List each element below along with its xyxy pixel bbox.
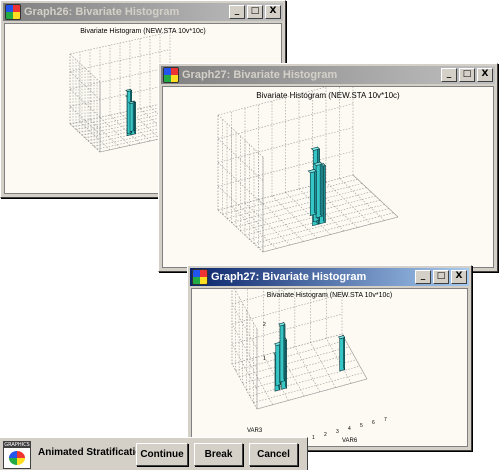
close-button[interactable]: X bbox=[265, 5, 281, 19]
grid-line bbox=[326, 338, 352, 384]
grid-line bbox=[231, 313, 343, 345]
grid-line bbox=[89, 119, 121, 148]
histogram-bar-side bbox=[319, 161, 323, 217]
grid-line bbox=[231, 293, 343, 325]
histogram-bar-side bbox=[314, 168, 317, 215]
minimize-button[interactable]: _ bbox=[229, 5, 245, 19]
grid-line bbox=[242, 352, 353, 384]
graph27-plot-front: 2 1 1 2 3 4 5 6 7 VAR6 VAR3 bbox=[231, 289, 387, 444]
window-title: Graph26: Bivariate Histogram bbox=[24, 6, 180, 18]
graph27-window-back[interactable]: Graph27: Bivariate Histogram _ □ X Bivar… bbox=[158, 63, 498, 272]
stratification-toolbar: GRAPHICS Animated Stratification: Contin… bbox=[0, 437, 308, 470]
graph27-plot-back bbox=[217, 87, 399, 253]
graph27-window-front[interactable]: Graph27: Bivariate Histogram _ □ X Bivar… bbox=[187, 265, 472, 451]
x-axis-title: VAR6 bbox=[342, 438, 358, 444]
z-tick-label: 1 bbox=[263, 356, 266, 362]
grid-line bbox=[239, 346, 350, 378]
maximize-button[interactable]: □ bbox=[459, 68, 475, 82]
grid-line bbox=[310, 342, 336, 388]
close-button[interactable]: X bbox=[477, 68, 493, 82]
y-axis-title: VAR3 bbox=[247, 428, 263, 434]
axis-line bbox=[256, 378, 368, 410]
z-tick-label: 2 bbox=[263, 322, 266, 328]
grid-line bbox=[294, 346, 321, 393]
break-button[interactable]: Break bbox=[194, 443, 243, 466]
histogram-bar-side bbox=[343, 334, 345, 371]
grid-line bbox=[217, 209, 264, 253]
grid-line bbox=[253, 372, 364, 403]
grid-line bbox=[217, 138, 264, 181]
graph27-canvas-front: Bivariate Histogram (NEW.STA 10v*10c) 21… bbox=[191, 288, 468, 447]
grid-line bbox=[235, 340, 346, 371]
grid-line bbox=[231, 333, 343, 365]
grid-line bbox=[217, 162, 264, 205]
x-tick-label: 1 bbox=[312, 435, 315, 441]
x-tick-label: 2 bbox=[324, 432, 327, 438]
grid-line bbox=[217, 114, 264, 158]
graph27-canvas-back: Bivariate Histogram (NEW.STA 10v*10c) bbox=[162, 86, 494, 268]
stratification-label: Animated Stratification: bbox=[38, 447, 151, 458]
close-button[interactable]: X bbox=[451, 270, 467, 284]
cancel-button[interactable]: Cancel bbox=[249, 443, 298, 466]
graph-app-icon bbox=[5, 4, 21, 20]
maximize-button[interactable]: □ bbox=[433, 270, 449, 284]
histogram-bar-side bbox=[132, 100, 135, 132]
axis-line bbox=[341, 333, 368, 380]
graphics-icon: GRAPHICS bbox=[3, 441, 31, 469]
graph27-titlebar-front[interactable]: Graph27: Bivariate Histogram _ □ X bbox=[190, 268, 469, 286]
x-tick-label: 6 bbox=[372, 420, 375, 426]
minimize-button[interactable]: _ bbox=[415, 270, 431, 284]
graph-app-icon bbox=[192, 269, 208, 285]
grid-line bbox=[249, 365, 360, 397]
window-title: Graph27: Bivariate Histogram bbox=[182, 69, 338, 81]
continue-button[interactable]: Continue bbox=[136, 443, 188, 466]
graphics-dot-icon bbox=[9, 451, 25, 465]
histogram-bar-side bbox=[283, 321, 286, 382]
graph26-titlebar[interactable]: Graph26: Bivariate Histogram _ □ X bbox=[3, 3, 283, 21]
histogram-bar-side bbox=[323, 162, 326, 224]
grid-line bbox=[247, 359, 273, 405]
graphics-tag: GRAPHICS bbox=[4, 442, 30, 448]
x-tick-label: 4 bbox=[348, 426, 351, 432]
window-title: Graph27: Bivariate Histogram bbox=[211, 271, 367, 283]
x-tick-label: 7 bbox=[384, 417, 387, 423]
maximize-button[interactable]: □ bbox=[247, 5, 263, 19]
grid-line bbox=[325, 181, 372, 225]
graph-app-icon bbox=[163, 67, 179, 83]
x-tick-label: 5 bbox=[360, 423, 363, 429]
histogram-bar-side bbox=[285, 336, 287, 390]
graph27-titlebar-back[interactable]: Graph27: Bivariate Histogram _ □ X bbox=[161, 66, 495, 84]
axis-line bbox=[352, 174, 399, 218]
x-tick-label: 3 bbox=[336, 429, 339, 435]
grid-line bbox=[69, 31, 171, 55]
grid-line bbox=[231, 289, 289, 305]
minimize-button[interactable]: _ bbox=[441, 68, 457, 82]
